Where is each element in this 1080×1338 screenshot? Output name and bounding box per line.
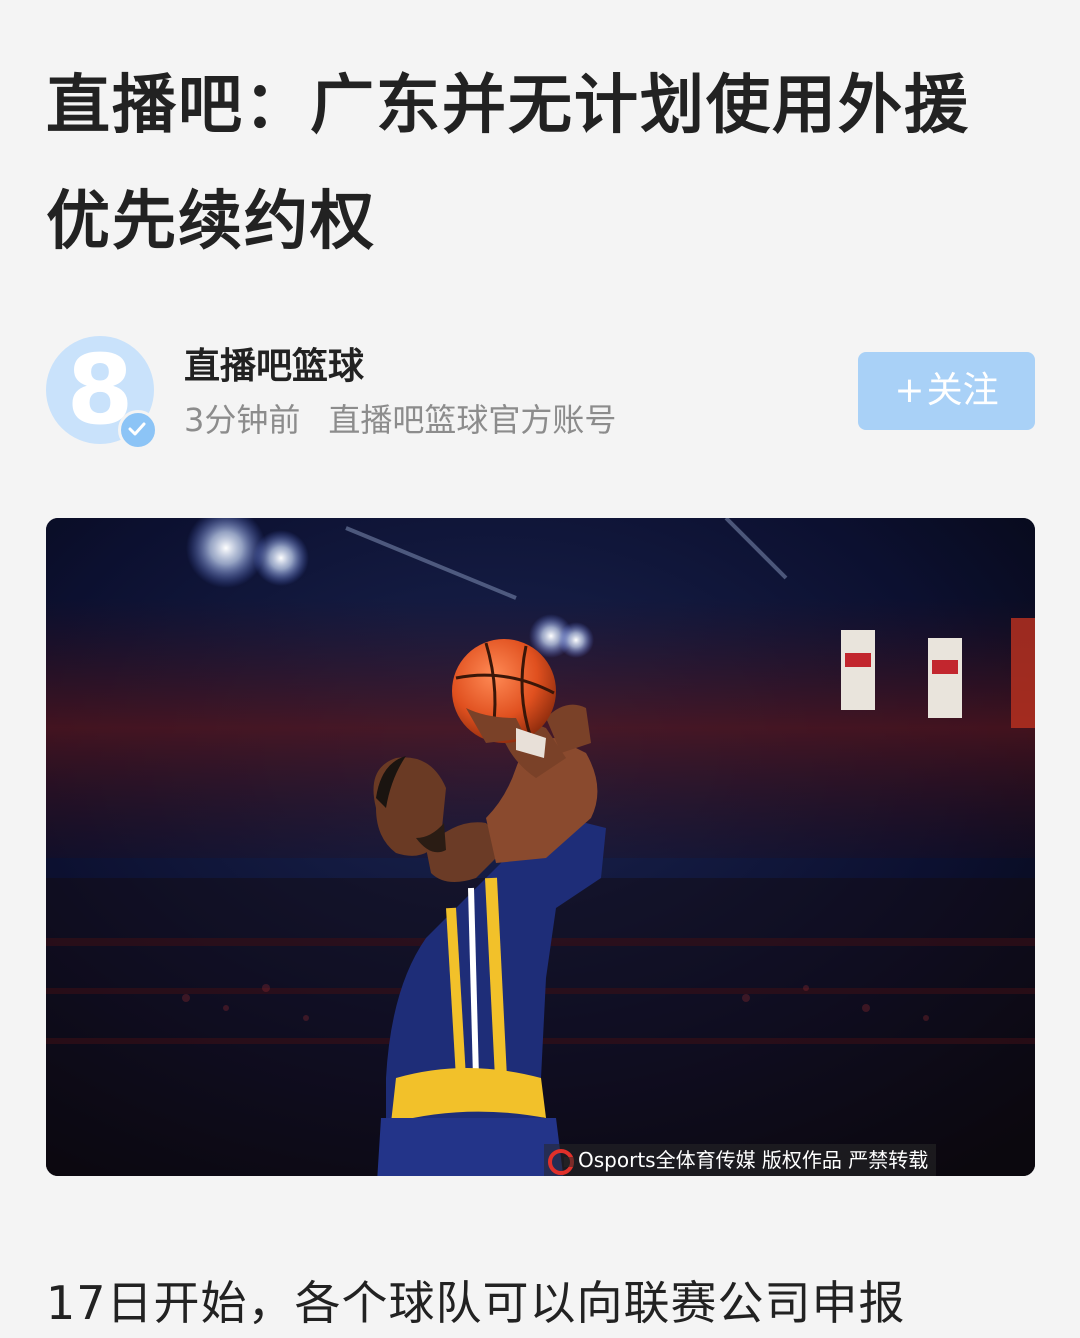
author-name[interactable]: 直播吧篮球 [184, 342, 364, 392]
basketball-player-photo [46, 518, 1035, 1176]
follow-button[interactable]: +关注 [858, 352, 1035, 430]
article-body-paragraph: 17日开始，各个球队可以向联赛公司申报 [46, 1276, 906, 1330]
image-watermark: Osports全体育传媒 版权作品 严禁转载 [544, 1144, 937, 1176]
author-description: 直播吧篮球官方账号 [328, 401, 617, 439]
follow-button-label: 关注 [926, 370, 999, 411]
article-title: 直播吧：广东并无计划使用外援优先续约权 [46, 69, 970, 259]
plus-icon: + [894, 370, 925, 411]
publish-time: 3分钟前 [184, 401, 301, 439]
watermark-text: Osports全体育传媒 版权作品 严禁转载 [578, 1148, 929, 1172]
author-avatar[interactable]: 8 [46, 336, 158, 450]
osports-logo-icon [548, 1148, 574, 1175]
verified-badge-icon [118, 410, 158, 450]
author-meta: 3分钟前 直播吧篮球官方账号 [184, 398, 616, 442]
author-row: 8 直播吧篮球 3分钟前 直播吧篮球官方账号 +关注 [46, 336, 1036, 450]
article-hero-image[interactable]: Osports全体育传媒 版权作品 严禁转载 [46, 518, 1035, 1176]
check-icon [128, 422, 146, 436]
